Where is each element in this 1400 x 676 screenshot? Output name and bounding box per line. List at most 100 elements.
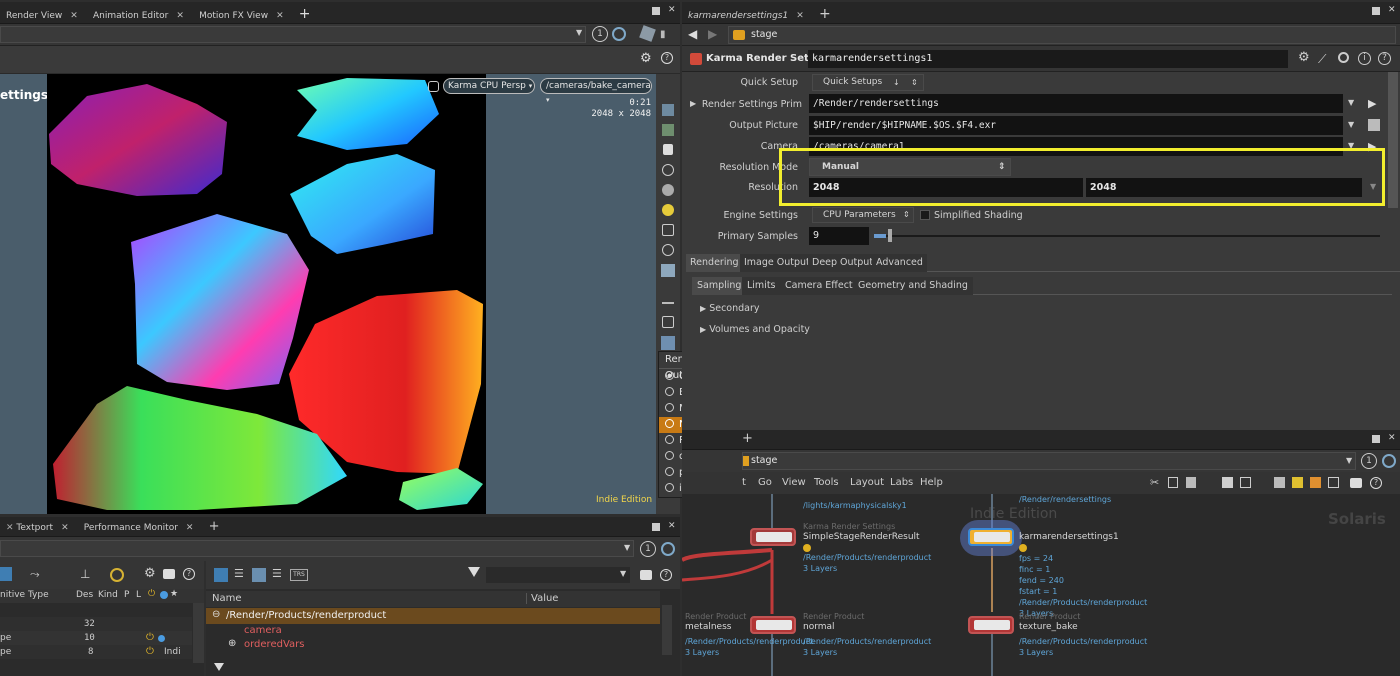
network-page-number[interactable]: 1: [1361, 453, 1377, 469]
tab-textport[interactable]: ✕ Textport ✕: [0, 518, 75, 538]
palette-icon[interactable]: [1328, 477, 1339, 488]
table-row[interactable]: pe 10 ⏻: [0, 631, 192, 645]
forward-arrow-icon[interactable]: ▶: [708, 27, 717, 41]
expand-icon[interactable]: ⊕: [228, 638, 236, 649]
add-tab-icon[interactable]: +: [203, 517, 226, 537]
tab-limits[interactable]: Limits: [742, 277, 781, 295]
network-path-field[interactable]: stage: [728, 26, 1396, 44]
file-browse-icon[interactable]: [1368, 119, 1380, 131]
trs-button[interactable]: TRS: [290, 569, 308, 581]
move-tool-icon[interactable]: [662, 124, 674, 136]
back-arrow-icon[interactable]: ◀: [688, 27, 697, 41]
col-kind[interactable]: Kind: [98, 590, 118, 600]
help-icon[interactable]: ?: [660, 569, 672, 581]
add-tab-icon[interactable]: +: [293, 2, 317, 26]
power-icon[interactable]: ⏻: [146, 632, 154, 643]
col-l[interactable]: L: [136, 590, 141, 600]
simplified-shading-checkbox[interactable]: [920, 210, 930, 220]
filter-icon[interactable]: [214, 663, 224, 671]
menu-view[interactable]: View: [782, 477, 806, 488]
menu-help[interactable]: Help: [920, 477, 943, 488]
section-volumes[interactable]: ▶ Volumes and Opacity: [700, 324, 810, 335]
network-editor[interactable]: Solaris Indie Edition /lights/karmaphysi…: [682, 494, 1400, 676]
sphere-tool-icon[interactable]: [662, 184, 674, 196]
close-icon[interactable]: ✕: [61, 523, 69, 533]
primary-samples-slider[interactable]: [874, 229, 1380, 242]
section-secondary[interactable]: ▶ Secondary: [700, 303, 760, 314]
select-arrow-icon[interactable]: ▶: [1368, 97, 1376, 110]
dropdown-arrow-icon[interactable]: ▼: [624, 543, 630, 552]
close-icon[interactable]: ✕: [176, 11, 184, 21]
node-name-field[interactable]: karmarendersettings1: [808, 50, 1288, 68]
collapse-icon[interactable]: ⊖: [212, 609, 220, 620]
pause-tool-icon[interactable]: [662, 316, 674, 328]
camera-icon[interactable]: [640, 570, 652, 580]
power-icon[interactable]: ⏻: [148, 589, 155, 599]
sticky-note-icon[interactable]: [1292, 477, 1303, 488]
dropdown-arrow-icon[interactable]: ▼: [1348, 120, 1354, 129]
menu-tasks[interactable]: t: [742, 477, 746, 488]
close-icon[interactable]: ✕: [796, 11, 804, 21]
filter-icon[interactable]: [468, 567, 480, 577]
menu-go[interactable]: Go: [758, 477, 772, 488]
cube-icon[interactable]: [639, 25, 656, 42]
dropdown-arrow-icon[interactable]: ▼: [576, 28, 582, 37]
power-icon[interactable]: ⏻: [146, 646, 154, 657]
viewport-lock-icon[interactable]: [428, 81, 439, 92]
output-picture-field[interactable]: $HIP/render/$HIPNAME.$OS.$F4.exr: [809, 116, 1343, 135]
close-icon[interactable]: ✕: [276, 11, 284, 21]
list-icon[interactable]: ☰: [234, 567, 244, 580]
add-tab-icon[interactable]: +: [742, 430, 753, 448]
search-icon[interactable]: [1338, 52, 1349, 63]
lock-tool-icon[interactable]: [663, 144, 673, 155]
info-icon[interactable]: i: [1358, 52, 1371, 65]
rows-icon[interactable]: ☰: [272, 567, 282, 580]
link-icon[interactable]: [661, 542, 675, 556]
list-icon[interactable]: [1186, 477, 1196, 488]
gear-icon[interactable]: ⚙: [144, 566, 156, 581]
col-p[interactable]: P: [124, 590, 129, 600]
gear-icon[interactable]: ⚙: [1298, 50, 1310, 65]
scrollbar[interactable]: [193, 603, 204, 663]
details-row-orderedvars[interactable]: ⊕ orderedVars: [206, 638, 660, 652]
path-dropdown[interactable]: [0, 26, 586, 43]
tab-geometry-shading[interactable]: Geometry and Shading: [853, 277, 973, 295]
camera-tool-icon[interactable]: [662, 224, 674, 236]
filter-tool-icon[interactable]: [0, 567, 12, 581]
dropdown-arrow-icon[interactable]: ▼: [620, 569, 626, 578]
eye-icon[interactable]: [160, 591, 168, 599]
slider-handle[interactable]: [888, 229, 892, 242]
columns-icon[interactable]: [252, 568, 266, 582]
tab-rendering[interactable]: Rendering: [686, 254, 743, 272]
axis-icon[interactable]: ⊥: [80, 567, 90, 581]
table-row[interactable]: pe 8 ⏻ Indi: [0, 645, 192, 659]
camera-icon[interactable]: [163, 569, 175, 579]
menu-layout[interactable]: Layout: [850, 477, 884, 488]
target-icon[interactable]: [110, 568, 124, 582]
add-tab-icon[interactable]: +: [813, 2, 837, 26]
layout-icon[interactable]: [1168, 477, 1178, 488]
pane-menu-icon[interactable]: [652, 523, 660, 531]
tab-camera-effects[interactable]: Camera Effects: [780, 277, 863, 295]
pane-menu-icon[interactable]: [652, 7, 660, 15]
network-path-field[interactable]: stage: [742, 452, 1356, 470]
user-tool-icon[interactable]: [662, 244, 674, 256]
tab-image-output[interactable]: Image Output: [740, 254, 814, 272]
col-value[interactable]: Value: [526, 593, 558, 604]
scene-path-dropdown[interactable]: [0, 540, 634, 557]
table-row[interactable]: 32: [0, 617, 192, 631]
render-product-texture-bake-node[interactable]: [968, 616, 1014, 634]
help-icon[interactable]: ?: [661, 52, 673, 64]
render-settings-prim-field[interactable]: /Render/rendersettings: [809, 94, 1343, 113]
grid-icon[interactable]: [1222, 477, 1233, 488]
wrench-icon[interactable]: ✂: [1150, 476, 1159, 489]
snapshot-tool-icon[interactable]: [661, 264, 675, 277]
close-icon[interactable]: ✕: [70, 11, 78, 21]
tab-performance-monitor[interactable]: Performance Monitor ✕: [78, 518, 200, 538]
params-scrollbar[interactable]: [1388, 72, 1398, 208]
menu-labs[interactable]: Labs: [890, 477, 913, 488]
help-icon[interactable]: ?: [183, 568, 195, 580]
engine-settings-menu[interactable]: CPU Parameters ⇕: [812, 207, 914, 223]
details-root-row[interactable]: ⊖ /Render/Products/renderproduct: [206, 608, 660, 624]
tree-icon[interactable]: [214, 568, 228, 582]
